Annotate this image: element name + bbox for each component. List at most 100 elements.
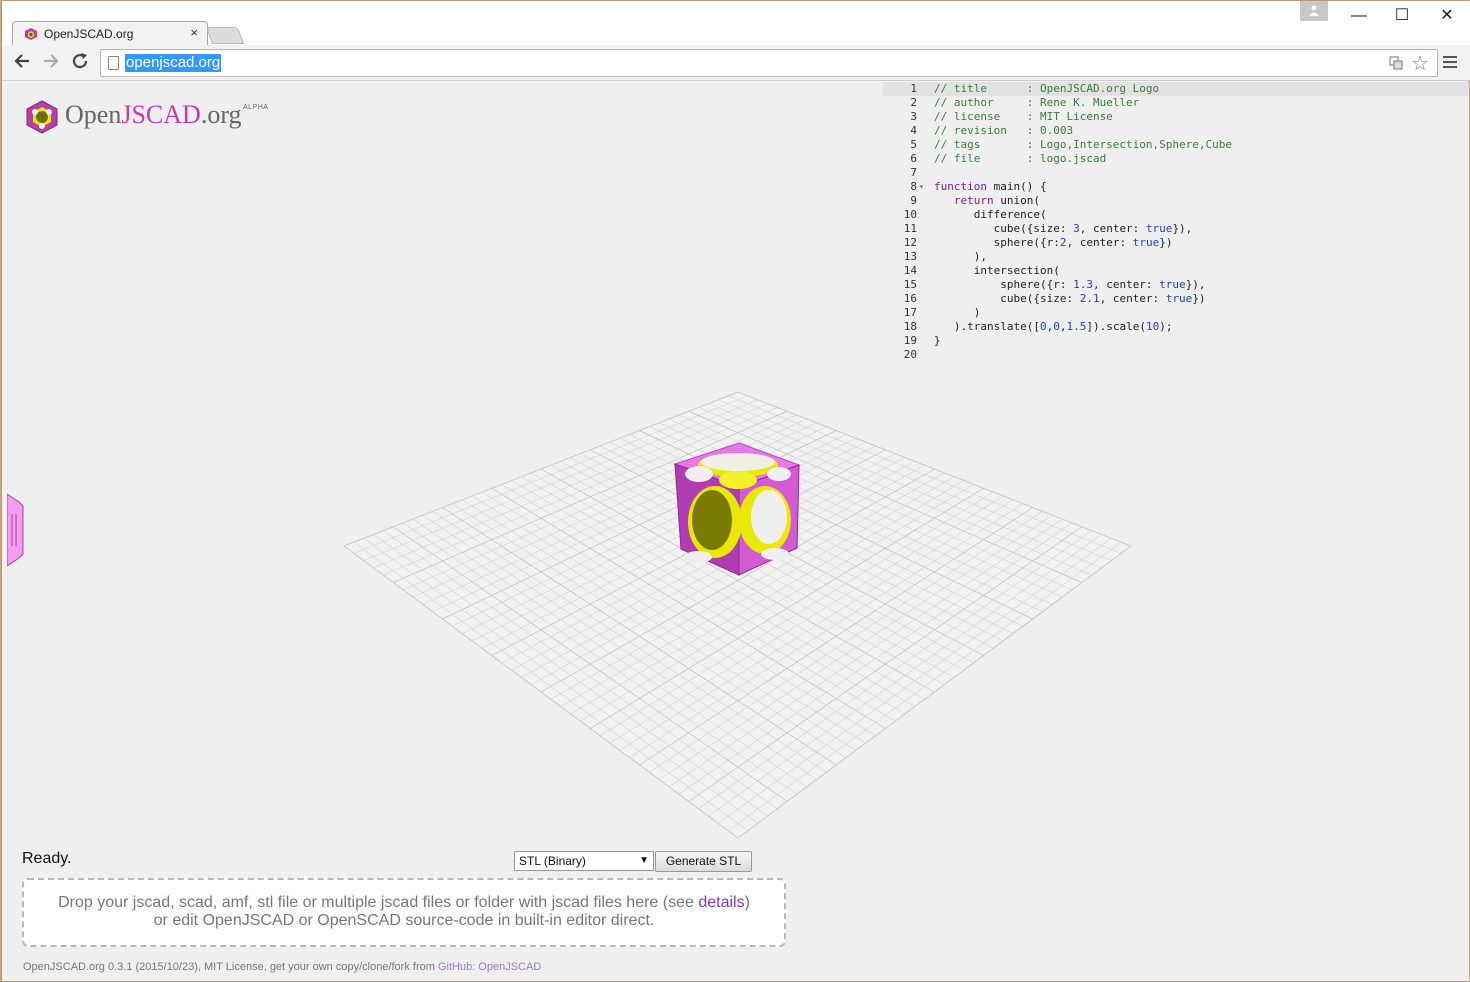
line-number: 15 [903,278,917,291]
code-text: sphere({r:2, center: true}) [934,236,1173,249]
line-number: 1 [910,82,917,95]
code-text: ), [934,250,987,263]
translate-icon[interactable] [1389,56,1403,70]
code-text: cube({size: 2.1, center: true}) [934,292,1206,305]
editor-toggle-handle[interactable] [7,490,25,570]
line-number: 3 [910,110,917,123]
fold-arrow-icon[interactable]: ▾ [919,180,924,194]
line-number: 16 [903,292,917,305]
code-line[interactable]: 12 sphere({r:2, center: true}) [883,236,1469,250]
url-input[interactable]: openjscad.org [125,54,222,72]
line-number: 2 [910,96,917,109]
line-number: 4 [910,124,917,137]
line-number: 20 [903,348,917,361]
footer: OpenJSCAD.org 0.3.1 (2015/10/23), MIT Li… [23,961,541,973]
code-line[interactable]: 3 // license : MIT License [883,110,1469,124]
dropzone-line-1: Drop your jscad, scad, amf, stl file or … [24,894,784,912]
line-number: 14 [903,264,917,277]
details-link[interactable]: details [698,894,744,911]
code-line[interactable]: 8 ▾ function main() { [883,180,1469,194]
dropzone-line-2: or edit OpenJSCAD or OpenSCAD source-cod… [153,912,655,929]
title-bar: OpenJSCAD.org × — ☐ ✕ [2,1,1470,46]
page-icon [108,56,119,70]
close-window-button[interactable]: ✕ [1427,5,1467,27]
tab-openjscad[interactable]: OpenJSCAD.org × [12,21,208,46]
code-text: ).translate([0,0,1.5]).scale(10); [934,320,1173,333]
code-text: sphere({r: 1.3, center: true}), [934,278,1206,291]
line-number: 18 [903,320,917,333]
code-line[interactable]: 6 // file : logo.jscad [883,152,1469,166]
code-line[interactable]: 16 cube({size: 2.1, center: true}) [883,292,1469,306]
code-line[interactable]: 9 return union( [883,194,1469,208]
code-text: difference( [934,208,1047,221]
code-text: // license : MIT License [934,110,1113,123]
code-line[interactable]: 11 cube({size: 3, center: true}), [883,222,1469,236]
code-text: function main() { [934,180,1047,193]
reload-button[interactable] [69,52,91,74]
line-number: 12 [903,236,917,249]
tab-title: OpenJSCAD.org [44,27,134,41]
line-number: 19 [903,334,917,347]
arrow-right-icon [44,54,59,68]
code-line[interactable]: 15 sphere({r: 1.3, center: true}), [883,278,1469,292]
code-text: return union( [953,194,1040,207]
code-text: // revision : 0.003 [934,124,1074,137]
export-format-select[interactable]: STL (Binary) ▼ [514,851,654,871]
arrow-left-icon [14,54,29,68]
openjscad-favicon-icon [25,28,37,40]
code-line[interactable]: 19} [883,334,1469,348]
code-line[interactable]: 14 intersection( [883,264,1469,278]
forward-button[interactable] [40,52,62,74]
code-line[interactable]: 17 ) [883,306,1469,320]
export-format-value: STL (Binary) [519,854,586,868]
code-line[interactable]: 5 // tags : Logo,Intersection,Sphere,Cube [883,138,1469,152]
code-text: } [934,334,941,347]
code-line[interactable]: 10 difference( [883,208,1469,222]
file-dropzone[interactable]: Drop your jscad, scad, amf, stl file or … [22,878,786,947]
status-text: Ready. [22,850,72,867]
code-text: intersection( [934,264,1060,277]
address-bar[interactable]: openjscad.org ☆ [100,49,1438,77]
github-link[interactable]: GitHub: OpenJSCAD [438,961,541,973]
code-text: // file : logo.jscad [934,152,1107,165]
code-editor[interactable]: 1 // title : OpenJSCAD.org Logo 2 // author… [883,82,1469,364]
line-number: 10 [903,208,917,221]
dropzone-text-end: ) [744,894,750,911]
new-tab-button[interactable] [205,27,245,44]
generate-stl-button[interactable]: Generate STL [655,851,752,872]
code-line[interactable]: 20 [883,348,1469,362]
reload-icon [72,53,88,69]
minimize-button[interactable]: — [1339,5,1379,27]
code-text: cube({size: 3, center: true}), [934,222,1193,235]
browser-window: OpenJSCAD.org × — ☐ ✕ openjscad.org ☆ Op… [1,0,1470,982]
bookmark-star-icon[interactable]: ☆ [1411,51,1429,76]
logo-text: OpenJSCAD.org [65,100,242,129]
profile-button[interactable] [1300,1,1328,21]
line-number: 13 [903,250,917,263]
footer-text: OpenJSCAD.org 0.3.1 (2015/10/23), MIT Li… [23,961,438,973]
code-line[interactable]: 7 [883,166,1469,180]
alpha-badge: ALPHA [243,104,269,111]
code-text: // tags : Logo,Intersection,Sphere,Cube [934,138,1233,151]
back-button[interactable] [11,52,33,74]
code-text: // title : OpenJSCAD.org Logo [934,82,1160,95]
maximize-button[interactable]: ☐ [1382,5,1422,27]
line-number: 17 [903,306,917,319]
browser-toolbar: openjscad.org ☆ [2,45,1470,81]
code-line[interactable]: 2 // author : Rene K. Mueller [883,96,1469,110]
page-content: OpenJSCAD.org ALPHA 1 // title : OpenJSCA… [7,82,1469,981]
code-line[interactable]: 4 // revision : 0.003 [883,124,1469,138]
3d-viewer[interactable] [327,382,1147,852]
logo-model[interactable] [673,442,801,576]
browser-menu-icon[interactable] [1442,53,1458,73]
line-number: 5 [910,138,917,151]
dropdown-arrow-icon: ▼ [639,855,649,866]
code-line[interactable]: 13 ), [883,250,1469,264]
code-line[interactable]: 1 // title : OpenJSCAD.org Logo [883,82,1469,96]
code-line[interactable]: 18 ).translate([0,0,1.5]).scale(10); [883,320,1469,334]
line-number: 6 [910,152,917,165]
line-number: 8 [910,180,917,193]
line-number: 7 [910,166,917,179]
code-text: // author : Rene K. Mueller [934,96,1140,109]
tab-close-icon[interactable]: × [190,25,198,40]
